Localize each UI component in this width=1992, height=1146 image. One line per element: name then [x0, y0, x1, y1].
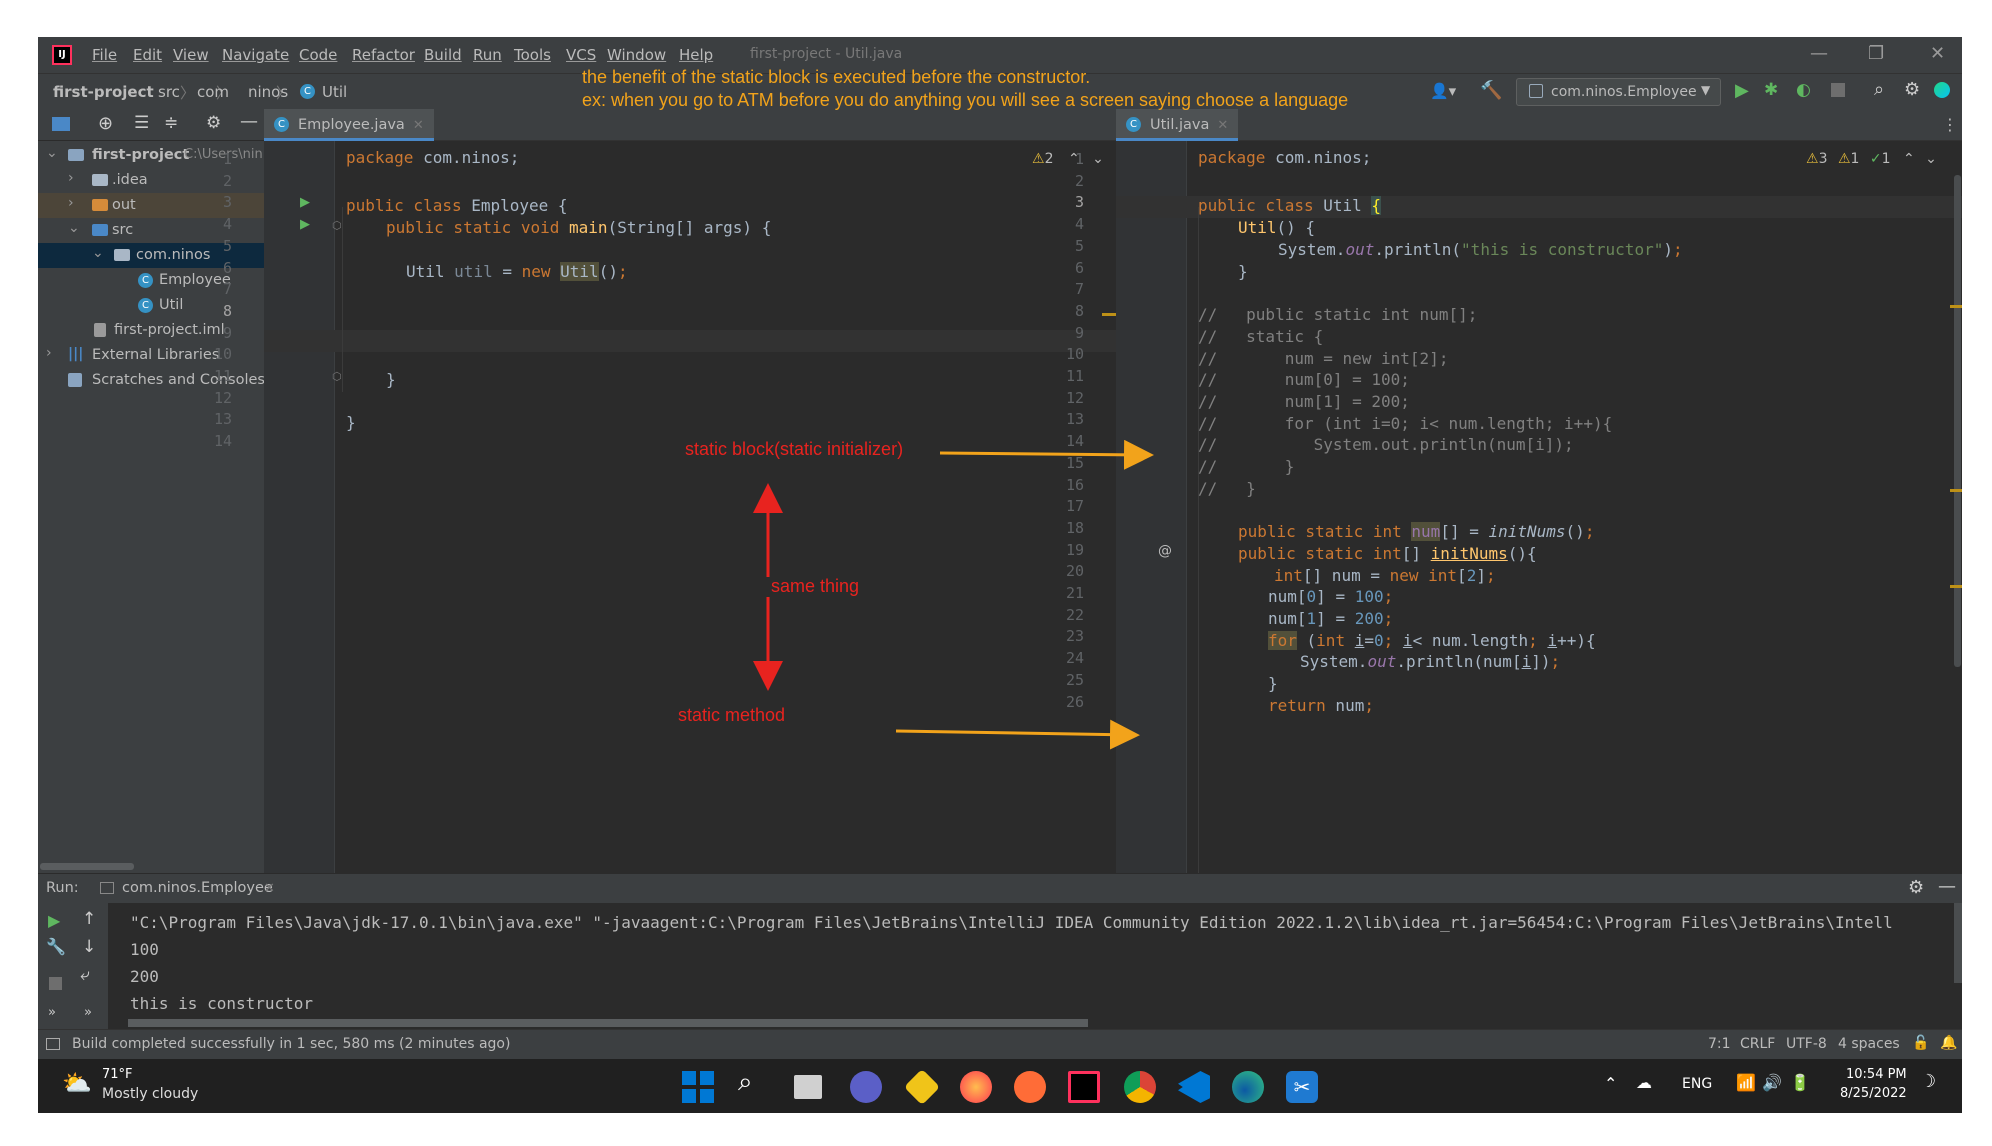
line-number: 6	[1074, 258, 1084, 277]
line-number: 23	[1065, 627, 1084, 646]
line-number: 10	[213, 345, 232, 364]
annotation-arrows	[753, 439, 1154, 750]
ide-window: IJ File Edit View Navigate Code Refactor…	[38, 37, 1962, 1113]
line-number: 1	[222, 150, 232, 168]
line-number: 22	[1065, 605, 1084, 624]
line-number: 13	[1065, 410, 1084, 429]
line-number: 13	[213, 410, 232, 429]
line-number: 2	[1074, 171, 1084, 190]
line-number: 17	[1065, 497, 1084, 516]
line-number: 4	[1074, 215, 1084, 234]
arrow-to-static-method	[895, 719, 1140, 750]
line-number: 11	[213, 367, 232, 385]
line-number: 15	[1065, 453, 1084, 472]
line-number: 24	[1065, 649, 1084, 668]
line-number: 3	[1074, 193, 1084, 212]
line-number: 12	[1065, 388, 1084, 407]
line-number: 5	[1074, 236, 1084, 255]
line-number: 8	[1074, 301, 1084, 320]
line-number: 4	[222, 215, 232, 234]
line-number: 9	[222, 323, 232, 342]
arrow-to-static-block	[939, 439, 1154, 470]
line-number: 8	[222, 301, 232, 320]
line-number: 16	[1065, 475, 1084, 494]
line-number: 25	[1065, 670, 1084, 689]
line-number: 18	[1065, 518, 1084, 537]
line-number: 12	[213, 388, 232, 407]
line-number: 5	[222, 236, 232, 255]
line-number: 6	[222, 258, 232, 277]
line-number: 14	[213, 432, 232, 451]
line-number: 19	[1065, 540, 1084, 559]
line-number: 9	[1074, 323, 1084, 342]
line-number: 21	[1065, 584, 1084, 602]
line-number: 20	[1065, 562, 1084, 581]
line-number: 1	[1074, 150, 1084, 168]
line-number: 3	[222, 193, 232, 212]
line-number: 2	[222, 171, 232, 190]
line-number: 10	[1065, 345, 1084, 364]
line-number: 7	[222, 280, 232, 299]
line-number: 14	[1065, 432, 1084, 451]
line-number: 11	[1065, 367, 1084, 385]
line-number: 7	[1074, 280, 1084, 299]
line-number: 26	[1065, 692, 1084, 711]
